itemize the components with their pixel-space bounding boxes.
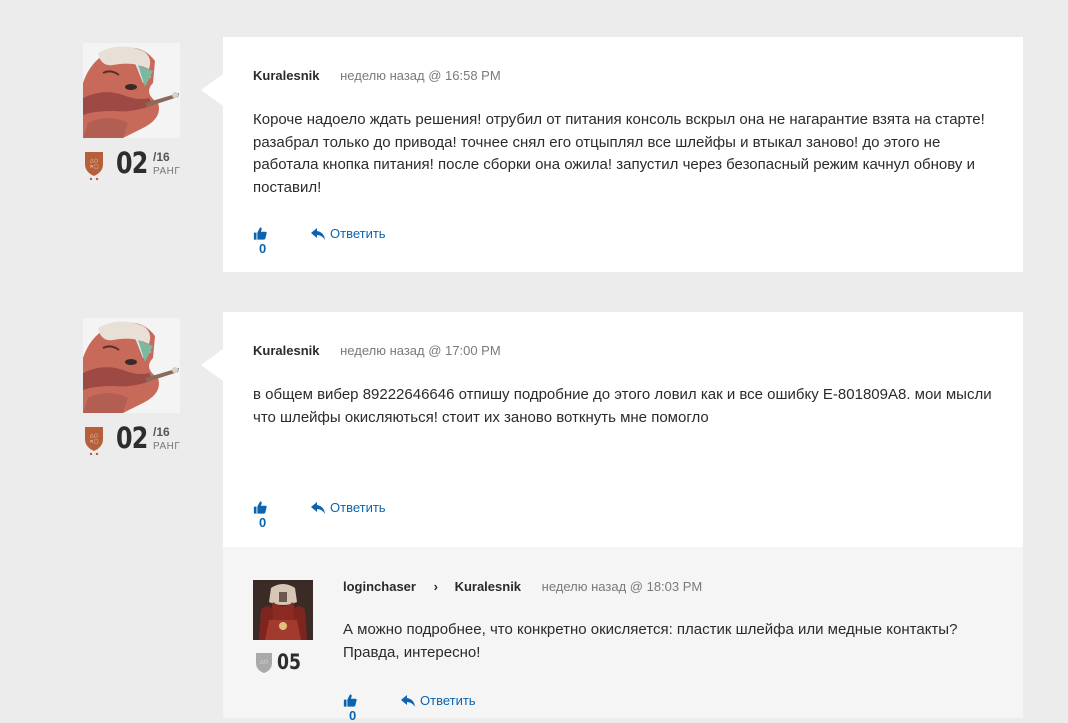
like-count: 0 <box>259 515 267 530</box>
thumbs-up-icon <box>343 693 357 708</box>
rank-badge: 02 /16 РАНГ <box>83 421 193 461</box>
reply-to-link[interactable]: Kuralesnik <box>455 579 521 594</box>
comment-text: в общем вибер 89222646646 отпишу подробн… <box>253 386 992 426</box>
avatar[interactable] <box>253 580 313 640</box>
rank-number: 02 <box>116 421 148 455</box>
reply-icon <box>311 502 325 514</box>
comment-card: Kuralesnik неделю назад @ 17:00 PM в общ… <box>201 312 1023 547</box>
avatar[interactable] <box>83 318 180 413</box>
avatar-image <box>253 580 313 640</box>
timestamp: неделю назад @ 18:03 PM <box>541 579 703 594</box>
comment-1-author-column: 02 /16 РАНГ <box>83 43 193 186</box>
comment-meta: Kuralesnik неделю назад @ 17:00 PM <box>253 343 501 358</box>
rank-max: /16 <box>153 150 170 164</box>
like-count: 0 <box>259 241 267 256</box>
rank-shield-icon <box>83 425 105 455</box>
rank-shield-icon <box>83 150 105 180</box>
like-button[interactable]: 0 <box>343 693 357 723</box>
rank-badge: 02 /16 РАНГ <box>83 146 193 186</box>
thumbs-up-icon <box>253 500 267 515</box>
reply-label: Ответить <box>330 500 386 515</box>
comment-2-author-column: 02 /16 РАНГ <box>83 318 193 461</box>
reply-icon <box>311 228 325 240</box>
rank-number: 05 <box>277 650 301 674</box>
author-link[interactable]: Kuralesnik <box>253 68 319 83</box>
author-link[interactable]: loginchaser <box>343 579 416 594</box>
svg-text:△○: △○ <box>260 659 268 665</box>
author-link[interactable]: Kuralesnik <box>253 343 319 358</box>
reply-label: Ответить <box>420 693 476 708</box>
reply-label: Ответить <box>330 226 386 241</box>
timestamp: неделю назад @ 17:00 PM <box>340 343 501 358</box>
reply-button[interactable]: Ответить <box>311 500 386 515</box>
rank-label: РАНГ <box>153 441 181 452</box>
reply-button[interactable]: Ответить <box>401 693 476 708</box>
reply-card: △○ 05 loginchaser › Kuralesnik неделю на… <box>223 547 1023 723</box>
like-button[interactable]: 0 <box>253 500 267 530</box>
comment-text: Короче надоело ждать решения! отрубил от… <box>253 111 985 196</box>
reply-icon <box>401 695 415 707</box>
reply-button[interactable]: Ответить <box>311 226 386 241</box>
timestamp: неделю назад @ 16:58 PM <box>340 68 501 83</box>
comment-meta: Kuralesnik неделю назад @ 16:58 PM <box>253 68 501 83</box>
like-count: 0 <box>349 708 357 723</box>
comment-card: Kuralesnik неделю назад @ 16:58 PM Короч… <box>201 37 1023 272</box>
thumbs-up-icon <box>253 226 267 241</box>
rank-shield-icon: △○ <box>256 653 272 673</box>
rank-max: /16 <box>153 425 170 439</box>
rank-label: РАНГ <box>153 166 181 177</box>
chevron-right-icon: › <box>433 579 438 594</box>
like-button[interactable]: 0 <box>253 226 267 256</box>
reply-meta: loginchaser › Kuralesnik неделю назад @ … <box>343 579 702 594</box>
rank-number: 02 <box>116 146 148 180</box>
comment-text: А можно подробнее, что конкретно окисляе… <box>343 621 958 661</box>
rank-badge: △○ 05 <box>255 650 315 680</box>
avatar[interactable] <box>83 43 180 138</box>
